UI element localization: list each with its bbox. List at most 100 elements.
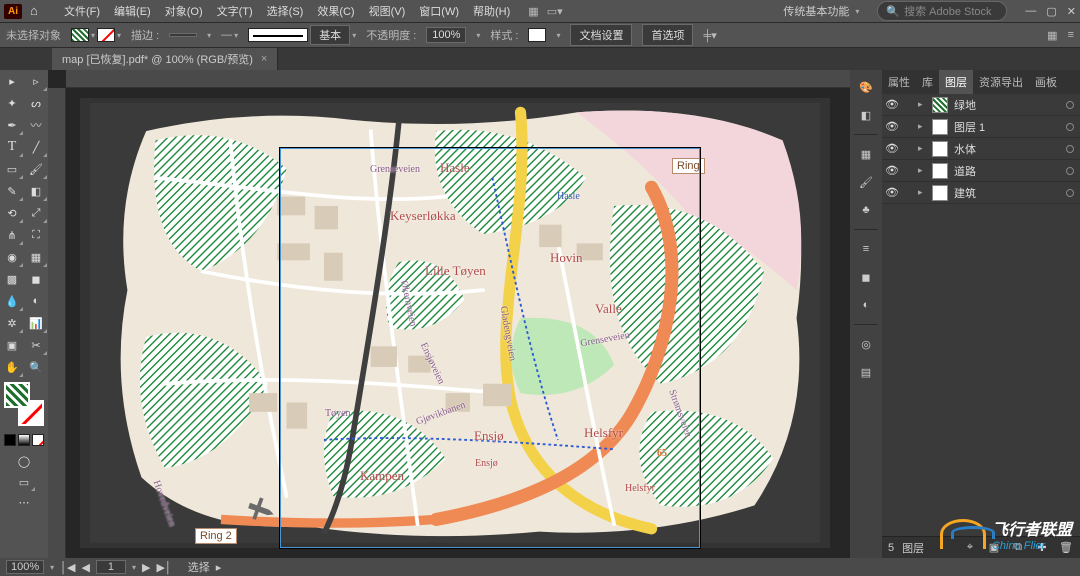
menu-view[interactable]: 视图(V) — [363, 1, 412, 21]
toolbox-fill-swatch[interactable] — [4, 382, 30, 408]
fill-swatch[interactable] — [71, 28, 89, 42]
shape-builder-tool[interactable]: ◉ — [0, 246, 24, 268]
rotate-tool[interactable]: ⟲ — [0, 202, 24, 224]
vsp-icon[interactable]: — — [221, 29, 232, 41]
stroke-panel-icon[interactable]: ≡ — [855, 238, 877, 260]
menu-effect[interactable]: 效果(C) — [311, 1, 360, 21]
type-tool[interactable]: T — [0, 136, 24, 158]
document-tab[interactable]: map [已恢复].pdf* @ 100% (RGB/预览) × — [52, 48, 278, 70]
artboard-tool[interactable]: ▣ — [0, 334, 24, 356]
none-mode-icon[interactable] — [32, 434, 44, 446]
hand-tool[interactable]: ✋ — [0, 356, 24, 378]
expand-icon[interactable]: ▸ — [918, 165, 932, 176]
tab-properties[interactable]: 属性 — [882, 70, 916, 94]
eraser-tool[interactable]: ◧ — [24, 180, 48, 202]
expand-icon[interactable]: ▸ — [918, 99, 932, 110]
target-icon[interactable] — [1066, 145, 1074, 153]
target-icon[interactable] — [1066, 189, 1074, 197]
tab-layers[interactable]: 图层 — [939, 70, 973, 94]
menu-type[interactable]: 文字(T) — [211, 1, 259, 21]
target-icon[interactable] — [1066, 101, 1074, 109]
menu-file[interactable]: 文件(F) — [58, 1, 106, 21]
panel-menu-icon[interactable]: ≡ — [1068, 29, 1074, 41]
nav-prev-icon[interactable]: ◀ — [82, 561, 90, 574]
symbols-panel-icon[interactable]: ♣ — [855, 199, 877, 221]
layer-name[interactable]: 绿地 — [954, 97, 1066, 113]
canvas-area[interactable]: Hasle Hasle Grenseveien Keyserløkka Lill… — [48, 70, 850, 558]
color-guide-panel-icon[interactable]: ◧ — [855, 104, 877, 126]
graphic-styles-icon[interactable]: ▤ — [855, 361, 877, 383]
ruler-horizontal[interactable] — [66, 70, 850, 88]
target-icon[interactable] — [1066, 123, 1074, 131]
layer-row[interactable]: 👁 ▸ 绿地 — [882, 94, 1080, 116]
stroke-weight-field[interactable] — [169, 33, 197, 37]
layer-name[interactable]: 图层 1 — [954, 119, 1066, 135]
mesh-tool[interactable]: ▩ — [0, 268, 24, 290]
menu-edit[interactable]: 编辑(E) — [108, 1, 157, 21]
width-tool[interactable]: ⋔ — [0, 224, 24, 246]
minimize-icon[interactable]: — — [1025, 5, 1036, 18]
graph-tool[interactable]: 📊 — [24, 312, 48, 334]
nav-next-icon[interactable]: ▶ — [142, 561, 150, 574]
bridge-icon[interactable]: ▦ — [528, 5, 538, 18]
artboard-nav-field[interactable]: 1 — [96, 560, 126, 574]
edit-toolbar-icon[interactable]: ⋯ — [0, 494, 48, 510]
lasso-tool[interactable]: ᔕ — [24, 92, 48, 114]
menu-select[interactable]: 选择(S) — [261, 1, 310, 21]
gpu-icon[interactable]: ▦ — [1047, 29, 1057, 42]
menu-help[interactable]: 帮助(H) — [467, 1, 516, 21]
rectangle-tool[interactable]: ▭ — [0, 158, 24, 180]
nav-last-icon[interactable]: ▶│ — [156, 561, 171, 574]
layer-name[interactable]: 建筑 — [954, 185, 1066, 201]
visibility-icon[interactable]: 👁 — [882, 98, 902, 111]
symbol-sprayer-tool[interactable]: ✲ — [0, 312, 24, 334]
expand-icon[interactable]: ▸ — [918, 187, 932, 198]
screen-mode-icon[interactable]: ▭ — [12, 472, 36, 492]
gradient-panel-icon[interactable]: ◼ — [855, 266, 877, 288]
line-tool[interactable]: ╱ — [24, 136, 48, 158]
slice-tool[interactable]: ✂ — [24, 334, 48, 356]
pen-tool[interactable]: ✒ — [0, 114, 24, 136]
fill-stroke-swatch[interactable]: ◯ ▭ ⋯ — [0, 378, 48, 514]
curvature-tool[interactable]: 〰 — [24, 114, 48, 136]
layer-row[interactable]: 👁 ▸ 道路 — [882, 160, 1080, 182]
menu-object[interactable]: 对象(O) — [159, 1, 209, 21]
color-mode-icon[interactable] — [4, 434, 16, 446]
stroke-profile-preview[interactable] — [248, 28, 308, 42]
artboard-frame[interactable] — [280, 148, 700, 548]
canvas[interactable]: Hasle Hasle Grenseveien Keyserløkka Lill… — [80, 98, 830, 548]
ruler-vertical[interactable] — [48, 88, 66, 558]
arrange-icon[interactable]: ▭▾ — [547, 5, 563, 18]
visibility-icon[interactable]: 👁 — [882, 120, 902, 133]
expand-icon[interactable]: ▸ — [918, 121, 932, 132]
swatches-panel-icon[interactable]: ▦ — [855, 143, 877, 165]
zoom-field[interactable]: 100% — [6, 560, 44, 574]
align-icon[interactable]: ╪▾ — [703, 29, 716, 42]
gradient-mode-icon[interactable] — [18, 434, 30, 446]
free-transform-tool[interactable]: ⛶ — [24, 224, 48, 246]
visibility-icon[interactable]: 👁 — [882, 186, 902, 199]
tab-asset-export[interactable]: 资源导出 — [973, 70, 1029, 94]
close-icon[interactable]: ✕ — [1067, 5, 1076, 18]
document-setup-button[interactable]: 文档设置 — [570, 24, 632, 46]
layer-row[interactable]: 👁 ▸ 图层 1 — [882, 116, 1080, 138]
layer-name[interactable]: 道路 — [954, 163, 1066, 179]
draw-normal-icon[interactable]: ◯ — [14, 452, 34, 470]
visibility-icon[interactable]: 👁 — [882, 142, 902, 155]
transparency-panel-icon[interactable]: ◐ — [855, 294, 877, 316]
stroke-swatch[interactable] — [97, 28, 115, 42]
layer-row[interactable]: 👁 ▸ 建筑 — [882, 182, 1080, 204]
brushes-panel-icon[interactable]: 🖌 — [855, 171, 877, 193]
visibility-icon[interactable]: 👁 — [882, 164, 902, 177]
preferences-button[interactable]: 首选项 — [642, 24, 693, 46]
gradient-tool[interactable]: ◼ — [24, 268, 48, 290]
layer-name[interactable]: 水体 — [954, 141, 1066, 157]
maximize-icon[interactable]: ▢ — [1046, 5, 1056, 18]
perspective-tool[interactable]: ▦ — [24, 246, 48, 268]
opacity-field[interactable]: 100% — [426, 27, 466, 43]
home-icon[interactable]: ⌂ — [30, 3, 46, 19]
scale-tool[interactable]: ⤢ — [24, 202, 48, 224]
blend-tool[interactable]: ◐ — [24, 290, 48, 312]
menu-window[interactable]: 窗口(W) — [413, 1, 465, 21]
paintbrush-tool[interactable]: 🖌 — [24, 158, 48, 180]
